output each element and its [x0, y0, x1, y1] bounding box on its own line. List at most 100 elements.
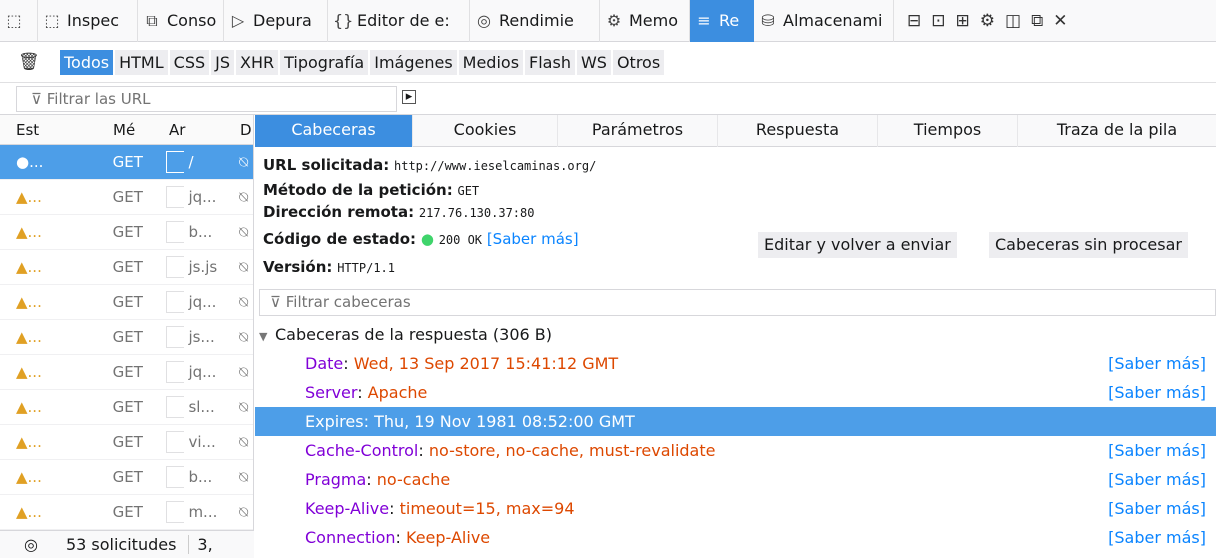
tab-timings[interactable]: Tiempos [878, 115, 1018, 147]
tab-stack-trace[interactable]: Traza de la pila [1018, 115, 1216, 147]
filter-ws[interactable]: WS [576, 50, 611, 75]
filter-other[interactable]: Otros [612, 50, 665, 75]
security-icon: ⍉ [239, 398, 249, 416]
filter-all[interactable]: Todos [60, 50, 114, 75]
tab-cookies[interactable]: Cookies [413, 115, 558, 147]
learn-more-link[interactable]: [Saber más] [1108, 523, 1206, 552]
toolbar-right-icons: ⊟ ⊡ ⊞ ⚙ ◫ ⧉ ✕ [902, 11, 1072, 31]
filter-flash[interactable]: Flash [525, 50, 575, 75]
transfer-size: 3, [188, 535, 213, 554]
security-icon: ⍉ [239, 328, 249, 346]
request-method: GET [112, 363, 143, 381]
detail-tabs: Cabeceras Cookies Parámetros Respuesta T… [255, 115, 1216, 147]
frames-icon[interactable]: ⊞ [956, 11, 970, 31]
header-filter-input[interactable]: ⊽ Filtrar cabeceras [259, 289, 1216, 316]
learn-more-link[interactable]: [Saber más] [1108, 378, 1206, 407]
header-row[interactable]: Keep-Alive: timeout=15, max=94 [Saber más… [255, 494, 1216, 523]
tab-storage[interactable]: ⛁ Almacenami [754, 0, 894, 42]
request-file-name: js.js [188, 258, 218, 276]
devtools-window: ⬚ ⬚ Inspec ⧉ Conso ▷ Depura {} Editor de e: … [0, 0, 1216, 558]
learn-more-link[interactable]: [Saber más] [1108, 465, 1206, 494]
request-status: ▲... [16, 398, 42, 416]
header-value: no-cache [376, 470, 451, 489]
request-method: GET [112, 468, 143, 486]
tab-inspector[interactable]: ⬚ Inspec [38, 0, 138, 42]
request-row[interactable]: ▲... GET m... ⍉ [0, 495, 253, 530]
tab-response[interactable]: Respuesta [718, 115, 878, 147]
request-row[interactable]: ▲... GET jq... ⍉ [0, 355, 253, 390]
security-icon: ⍉ [239, 293, 249, 311]
settings-icon[interactable]: ⚙ [980, 11, 995, 31]
request-row[interactable]: ●... GET / ⍉ [0, 145, 253, 180]
filter-css[interactable]: CSS [169, 50, 210, 75]
filter-media[interactable]: Medios [458, 50, 524, 75]
tab-network[interactable]: ≡ Re [690, 0, 754, 42]
request-row[interactable]: ▲... GET vi... ⍉ [0, 425, 253, 460]
responsive-icon[interactable]: ⊟ [907, 11, 921, 31]
tab-params[interactable]: Parámetros [558, 115, 718, 147]
column-method[interactable]: Mé [85, 121, 155, 139]
learn-more-link[interactable]: [Saber más] [1108, 494, 1206, 523]
header-row[interactable]: Pragma: no-cache [Saber más] [255, 465, 1216, 494]
tab-performance[interactable]: ◎ Rendimie [470, 0, 600, 42]
request-row[interactable]: ▲... GET b... ⍉ [0, 460, 253, 495]
learn-more-link[interactable]: [Saber más] [487, 230, 579, 248]
tab-console[interactable]: ⧉ Conso [138, 0, 224, 42]
filter-html[interactable]: HTML [115, 50, 168, 75]
tab-memory[interactable]: ⚙ Memo [600, 0, 690, 42]
security-icon: ⍉ [239, 153, 249, 171]
request-row[interactable]: ▲... GET b... ⍉ [0, 215, 253, 250]
request-file-name: b... [188, 468, 213, 486]
tab-headers[interactable]: Cabeceras [255, 115, 413, 147]
response-headers-section[interactable]: ▼ Cabeceras de la respuesta (306 B) [259, 321, 1216, 349]
request-row[interactable]: ▲... GET js.js ⍉ [0, 250, 253, 285]
learn-more-link[interactable]: [Saber más] [1108, 349, 1206, 378]
toggle-sidebar-icon[interactable]: ▸ [402, 90, 416, 104]
header-value: Wed, 13 Sep 2017 15:41:12 GMT [353, 354, 619, 373]
url-filter-input[interactable]: ⊽ Filtrar las URL [16, 86, 397, 112]
popout-icon[interactable]: ⧉ [1031, 11, 1043, 31]
learn-more-link[interactable]: [Saber más] [1108, 436, 1206, 465]
filter-images[interactable]: Imágenes [370, 50, 457, 75]
request-url: http://www.ieselcaminas.org/ [394, 159, 597, 173]
performance-analysis-icon[interactable]: ◎ [24, 535, 38, 554]
header-row[interactable]: Date: Wed, 13 Sep 2017 15:41:12 GMT [Sabe… [255, 349, 1216, 378]
dock-icon[interactable]: ◫ [1005, 11, 1021, 31]
request-row[interactable]: ▲... GET sl... ⍉ [0, 390, 253, 425]
tab-label: Depura [253, 11, 312, 30]
request-list-header: Est Mé Ar D [0, 115, 253, 145]
pick-element-button[interactable]: ⬚ [0, 0, 38, 42]
request-row[interactable]: ▲... GET jq... ⍉ [0, 180, 253, 215]
request-method: GET [112, 433, 143, 451]
filter-fonts[interactable]: Tipografía [280, 50, 369, 75]
header-row[interactable]: Server: Apache [Saber más] [255, 378, 1216, 407]
split-console-icon[interactable]: ⊡ [931, 11, 945, 31]
header-value[interactable]: Thu, 19 Nov 1981 08:52:00 GMT [374, 412, 635, 431]
filter-xhr[interactable]: XHR [236, 50, 279, 75]
raw-headers-button[interactable]: Cabeceras sin procesar [989, 232, 1188, 258]
request-method: GET [112, 153, 143, 171]
request-file-name: vi... [188, 433, 216, 451]
column-domain[interactable]: D [240, 121, 252, 139]
header-row[interactable]: Cache-Control: no-store, no-cache, must-… [255, 436, 1216, 465]
close-icon[interactable]: ✕ [1053, 11, 1067, 31]
header-entry: Keep-Alive: timeout=15, max=94 [305, 499, 575, 518]
tab-label: Almacenami [783, 11, 883, 30]
filter-js[interactable]: JS [211, 50, 235, 75]
header-row-selected[interactable]: Expires: Thu, 19 Nov 1981 08:52:00 GMT [255, 407, 1216, 436]
trash-icon[interactable]: 🗑 [18, 52, 40, 72]
network-icon: ≡ [697, 11, 711, 30]
edit-resend-button[interactable]: Editar y volver a enviar [758, 232, 957, 258]
column-status[interactable]: Est [0, 121, 85, 139]
request-row[interactable]: ▲... GET js... ⍉ [0, 320, 253, 355]
request-file-name: jq... [188, 188, 217, 206]
header-entry: Expires: Thu, 19 Nov 1981 08:52:00 GMT [305, 412, 635, 431]
request-file: m... [154, 501, 239, 523]
column-file[interactable]: Ar [155, 121, 240, 139]
tab-debugger[interactable]: ▷ Depura [224, 0, 328, 42]
request-row[interactable]: ▲... GET jq... ⍉ [0, 285, 253, 320]
tab-style-editor[interactable]: {} Editor de e: [328, 0, 470, 42]
request-status: ▲... [16, 433, 42, 451]
header-row[interactable]: Connection: Keep-Alive [Saber más] [255, 523, 1216, 552]
tab-label: Inspec [67, 11, 119, 30]
